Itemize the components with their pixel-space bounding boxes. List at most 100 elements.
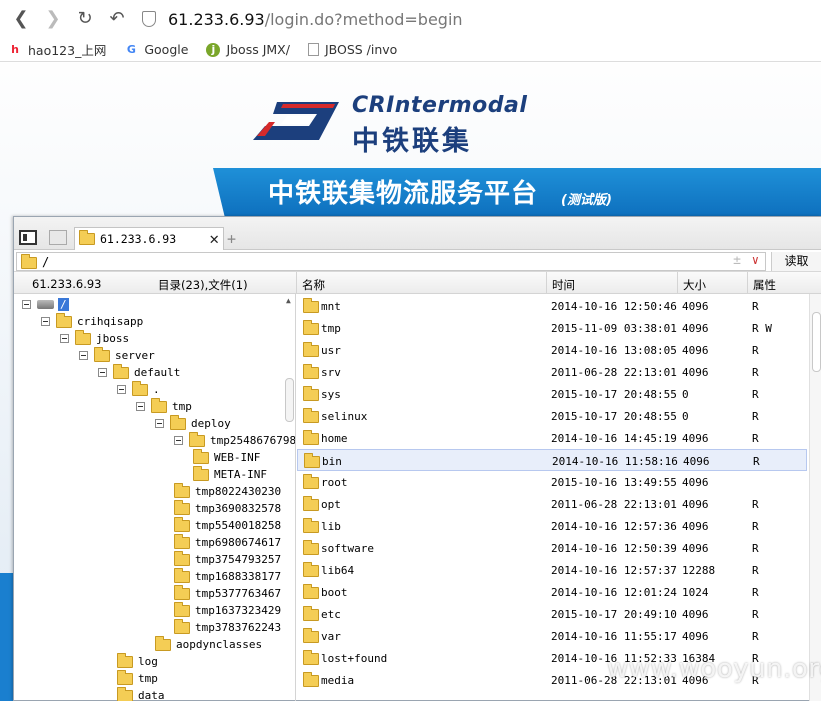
file-row[interactable]: mnt 2014-10-16 12:50:46 4096 R [297,295,807,317]
new-window-icon[interactable] [49,230,67,245]
collapse-icon[interactable] [174,436,183,445]
tree-node-label: tmp [138,672,158,685]
column-divider[interactable] [677,272,678,294]
file-row[interactable]: selinux 2015-10-17 20:48:55 0 R [297,405,807,427]
tree-node[interactable]: tmp1637323429 [174,601,281,619]
watermark: www.wooyun.org [607,654,821,684]
tree-node[interactable]: crihqisapp [41,312,143,330]
tree-node[interactable]: / [22,296,69,313]
reload-icon[interactable]: ↻ [74,8,96,30]
collapse-icon[interactable] [41,317,50,326]
home-undo-icon[interactable]: ↶ [106,8,128,30]
folder-icon [174,482,190,498]
collapse-icon[interactable] [155,419,164,428]
column-time[interactable]: 时间 [552,277,575,293]
file-row[interactable]: sys 2015-10-17 20:48:55 0 R [297,383,807,405]
tree-node[interactable]: tmp [136,397,192,415]
list-scrollbar[interactable] [809,294,821,701]
tree-node[interactable]: jboss [60,329,129,347]
tree-node[interactable]: tmp1688338177 [174,567,281,585]
tree-node-label: log [138,655,158,668]
file-row[interactable]: srv 2011-06-28 22:13:01 4096 R [297,361,807,383]
bookmark-add-icon[interactable]: ± [733,253,741,268]
folder-icon [304,453,320,468]
tree-node[interactable]: data [117,686,165,701]
column-header: 61.233.6.93 目录(23),文件(1) 名称 时间 大小 属性 [14,272,821,294]
add-tab-icon[interactable]: + [227,230,236,248]
tree-node-label: aopdynclasses [176,638,263,651]
file-time: 2014-10-16 12:57:37 [551,564,677,577]
collapse-icon[interactable] [22,300,31,309]
column-size[interactable]: 大小 [683,277,706,293]
bookmark-google[interactable]: G Google [124,42,189,57]
file-row[interactable]: var 2014-10-16 11:55:17 4096 R [297,625,807,647]
file-row[interactable]: software 2014-10-16 12:50:39 4096 R [297,537,807,559]
collapse-icon[interactable] [117,385,126,394]
file-time: 2015-10-17 20:48:55 [551,410,677,423]
column-attr[interactable]: 属性 [753,277,776,293]
file-row[interactable]: opt 2011-06-28 22:13:01 4096 R [297,493,807,515]
tree-node[interactable]: aopdynclasses [155,635,263,653]
column-divider[interactable] [296,272,297,294]
file-row[interactable]: usr 2014-10-16 13:08:05 4096 R [297,339,807,361]
close-icon[interactable]: ✕ [209,229,219,248]
column-divider[interactable] [747,272,748,294]
collapse-icon[interactable] [98,368,107,377]
forward-icon[interactable]: ❯ [42,8,64,30]
file-size: 4096 [683,455,710,468]
file-row[interactable]: bin 2014-10-16 11:58:16 4096 R [297,449,807,471]
tree-node-label: tmp3783762243 [195,621,282,634]
tree-node[interactable]: tmp3754793257 [174,550,281,568]
bookmark-jboss-jmx[interactable]: j Jboss JMX/ [206,42,290,57]
collapse-icon[interactable] [136,402,145,411]
tree-node[interactable]: tmp3783762243 [174,618,282,636]
folder-icon [174,584,190,600]
tree-node[interactable]: tmp2548676798 [174,431,295,449]
read-button[interactable]: 读取 [771,252,821,271]
file-row[interactable]: home 2014-10-16 14:45:19 4096 R [297,427,807,449]
file-row[interactable]: boot 2014-10-16 12:01:24 1024 R [297,581,807,603]
panel-toggle-icon[interactable] [19,230,37,245]
collapse-icon[interactable] [60,334,69,343]
folder-icon [174,516,190,532]
collapse-icon[interactable] [79,351,88,360]
path-value: / [42,254,50,269]
file-row[interactable]: etc 2015-10-17 20:49:10 4096 R [297,603,807,625]
tree-node[interactable]: META-INF [193,465,267,483]
tree-node[interactable]: tmp [117,669,158,687]
column-name[interactable]: 名称 [302,277,325,293]
tree-node[interactable]: tmp5377763467 [174,584,281,602]
file-size: 0 [682,410,689,423]
folder-icon [94,346,110,362]
tab-server[interactable]: 61.233.6.93 ✕ [74,227,224,250]
scroll-thumb[interactable] [812,312,821,372]
address-bar[interactable]: 61.233.6.93 /login.do?method=begin [142,6,812,32]
bookmark-jboss-invo[interactable]: JBOSS /invo [307,42,397,57]
file-name: sys [321,388,341,401]
file-row[interactable]: tmp 2015-11-09 03:38:01 4096 R W [297,317,807,339]
folder-icon [174,618,190,634]
back-icon[interactable]: ❮ [10,8,32,30]
tree-node[interactable]: tmp8022430230 [174,482,281,500]
bookmark-hao123[interactable]: h hao123_上网 [8,40,106,59]
file-row[interactable]: lib 2014-10-16 12:57:36 4096 R [297,515,807,537]
tree-node[interactable]: WEB-INF [193,448,260,466]
column-divider[interactable] [546,272,547,294]
file-attr: R [752,586,759,599]
scroll-thumb[interactable] [285,378,294,422]
tree-node[interactable]: log [117,652,158,670]
tree-node[interactable]: tmp5540018258 [174,516,281,534]
chevron-down-icon[interactable]: ∨ [752,253,759,267]
tree-node[interactable]: deploy [155,414,231,432]
file-row[interactable]: lib64 2014-10-16 12:57:37 12288 R [297,559,807,581]
tree-scrollbar[interactable]: ▲ [284,296,295,701]
tree-node[interactable]: tmp6980674617 [174,533,281,551]
tree-node[interactable]: . [117,380,160,398]
path-input[interactable]: / ± ∨ [16,252,766,271]
tree-node[interactable]: server [79,346,155,364]
tree-node[interactable]: tmp3690832578 [174,499,281,517]
file-row[interactable]: root 2015-10-16 13:49:55 4096 [297,471,807,493]
tree-node[interactable]: default [98,363,180,381]
folder-icon [303,386,319,401]
scroll-up-icon[interactable]: ▲ [286,296,291,305]
